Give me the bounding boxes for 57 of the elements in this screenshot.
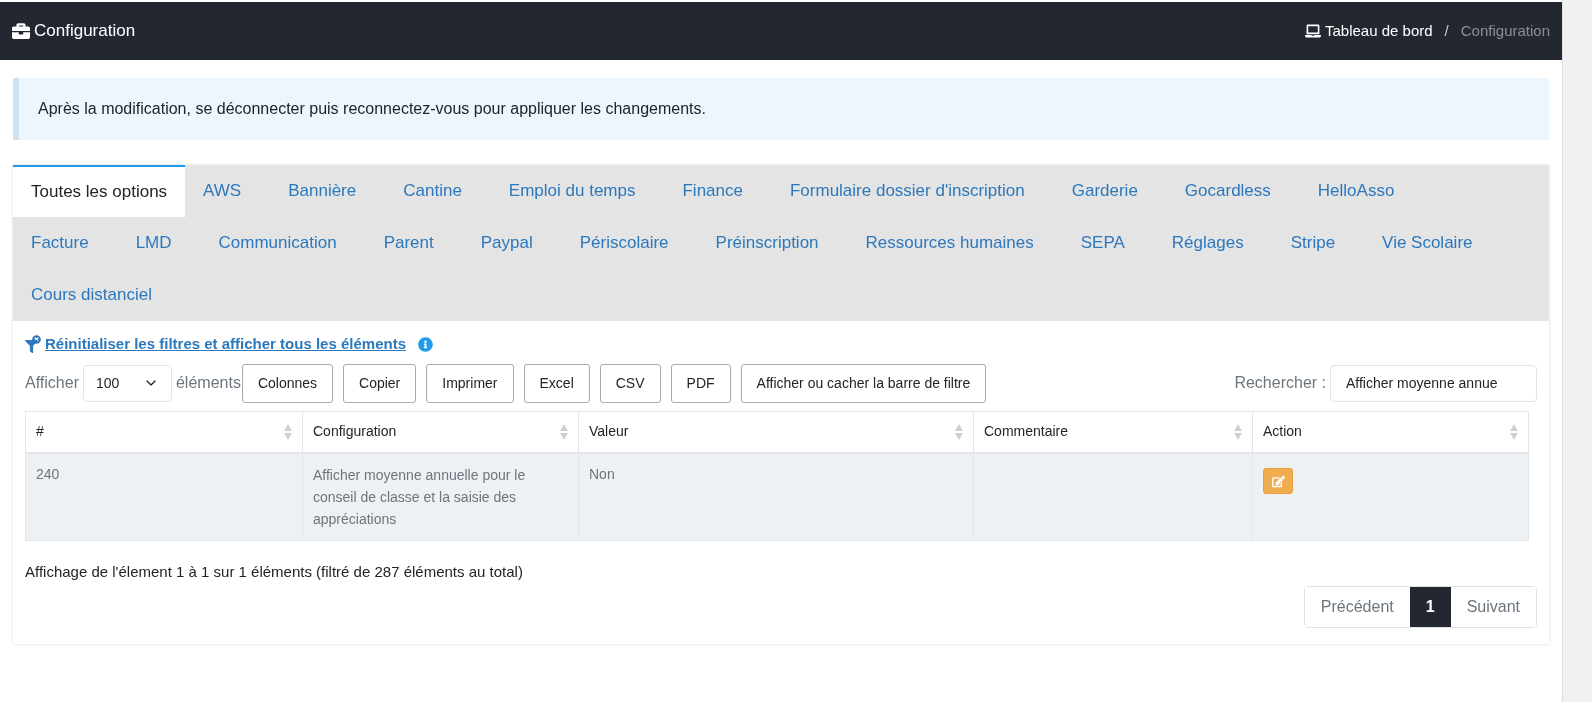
sort-icon [955, 422, 963, 441]
pagination-button[interactable]: 1 [1409, 586, 1451, 627]
search-label: Rechercher : [1234, 373, 1326, 393]
tab[interactable]: Toutes les options [13, 165, 186, 217]
export-button[interactable]: CSV [599, 363, 661, 403]
tab[interactable]: LMD [117, 217, 190, 269]
tab[interactable]: Paypal [462, 217, 551, 269]
breadcrumb-link[interactable]: Tableau de bord [1325, 19, 1433, 43]
tab[interactable]: SEPA [1062, 217, 1143, 269]
tab[interactable]: Communication [200, 217, 355, 269]
tab[interactable]: HelloAsso [1299, 165, 1413, 217]
edit-button[interactable] [1263, 468, 1293, 494]
tab[interactable]: Cantine [385, 165, 480, 217]
table-cell: 240 [25, 453, 303, 541]
page-length-select[interactable]: 100 [82, 364, 172, 402]
table-info: Affichage de l'élement 1 à 1 sur 1 éléments (filtré de 287 éléments au total) [25, 562, 524, 582]
tab[interactable]: Facture [13, 217, 107, 269]
tab[interactable]: Emploi du temps [490, 165, 654, 217]
export-button[interactable]: Colonnes [241, 363, 334, 403]
info-alert: Après la modification, se déconnecter puis reconnectez-vous pour appliquer les changements. [13, 78, 1549, 140]
export-button[interactable]: Excel [523, 363, 590, 403]
length-label: éléments [175, 373, 241, 393]
table-cell: Afficher moyenne annuelle pour le conseil de classe et la saisie des appréciations [302, 453, 579, 541]
sort-icon [560, 422, 568, 441]
tab[interactable]: AWS [185, 165, 260, 217]
export-button[interactable]: Imprimer [426, 363, 514, 403]
table-cell: Non [578, 453, 974, 541]
tab[interactable]: Bannière [270, 165, 375, 217]
breadcrumb-link[interactable]: Configuration [1460, 19, 1550, 43]
laptop-icon [1305, 23, 1321, 39]
tab[interactable]: Vie Scolaire [1364, 217, 1491, 269]
info-icon [418, 336, 433, 352]
export-button[interactable]: Copier [343, 363, 417, 403]
tab[interactable]: Périscolaire [561, 217, 687, 269]
tab[interactable]: Finance [664, 165, 761, 217]
tab[interactable]: Parent [365, 217, 452, 269]
search-field[interactable]: Afficher moyenne annue [1330, 364, 1537, 402]
breadcrumb-separator: / [1443, 20, 1450, 41]
tab[interactable]: Préinscription [697, 217, 837, 269]
tab[interactable]: Cours distanciel [13, 269, 170, 321]
tab[interactable]: Ressources humaines [847, 217, 1052, 269]
sort-icon [1510, 422, 1518, 441]
sort-icon [284, 422, 292, 441]
tab[interactable]: Stripe [1272, 217, 1354, 269]
reset-filters-link[interactable]: Réinitialiser les filtres et afficher tous les éléments [45, 333, 406, 356]
filter-reset-icon [25, 335, 41, 354]
tab[interactable]: Garderie [1053, 165, 1156, 217]
tab[interactable]: Réglages [1153, 217, 1262, 269]
sort-icon [1234, 422, 1242, 441]
edit-icon [1271, 474, 1285, 488]
export-button[interactable]: Afficher ou cacher la barre de filtre [740, 363, 987, 403]
page-title: Configuration [34, 20, 136, 43]
briefcase-icon [12, 22, 30, 40]
export-button[interactable]: PDF [670, 363, 731, 403]
tab[interactable]: Gocardless [1166, 165, 1289, 217]
tab[interactable]: Formulaire dossier d'inscription [771, 165, 1043, 217]
length-label: Afficher [25, 373, 79, 393]
